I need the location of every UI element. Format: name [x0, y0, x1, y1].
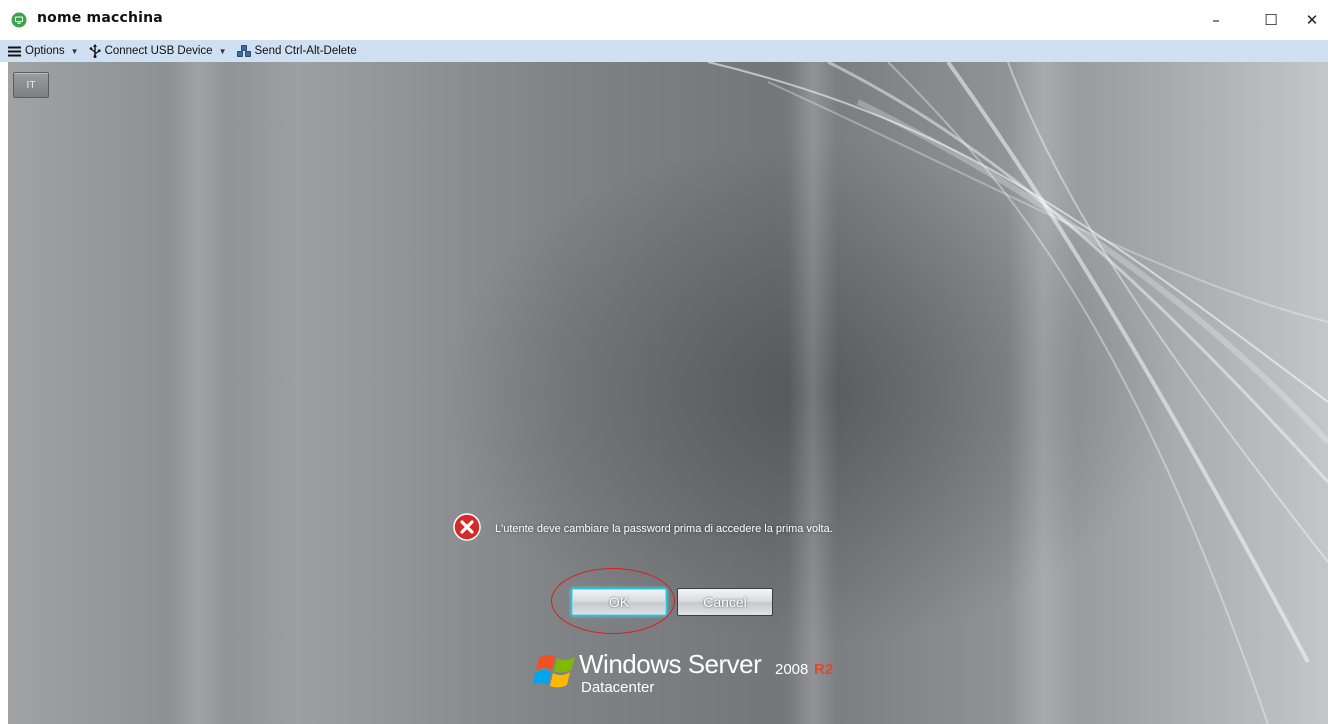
hamburger-menu-icon — [8, 46, 21, 57]
connect-usb-menu[interactable]: Connect USB Device ▼ — [89, 44, 227, 58]
close-button[interactable]: ✕ — [1296, 6, 1328, 34]
vm-console-window: nome macchina – ☐ ✕ Options ▼ Connect US… — [0, 0, 1328, 724]
ctrl-alt-delete-label: Send Ctrl-Alt-Delete — [254, 45, 357, 57]
options-label: Options — [25, 45, 65, 57]
console-toolbar: Options ▼ Connect USB Device ▼ Send Ctrl… — [0, 40, 1328, 62]
error-x-icon — [453, 513, 481, 541]
usb-icon — [89, 44, 101, 58]
options-menu[interactable]: Options ▼ — [8, 45, 79, 57]
brand-version: 2008 — [775, 661, 809, 678]
send-ctrl-alt-delete-button[interactable]: Send Ctrl-Alt-Delete — [236, 44, 357, 58]
title-bar: nome macchina – ☐ ✕ — [0, 0, 1328, 40]
close-icon: ✕ — [1305, 11, 1319, 29]
maximize-icon: ☐ — [1264, 11, 1278, 29]
chevron-down-icon: ▼ — [218, 46, 227, 56]
chevron-down-icon: ▼ — [70, 46, 79, 56]
language-button[interactable]: IT — [13, 72, 49, 98]
maximize-button[interactable]: ☐ — [1255, 6, 1287, 34]
window-title: nome macchina — [37, 10, 163, 26]
minimize-icon: – — [1212, 11, 1220, 29]
ok-button[interactable]: OK — [571, 588, 667, 616]
background-swoosh — [707, 62, 1328, 724]
minimize-button[interactable]: – — [1200, 6, 1232, 34]
windows-logo-icon — [533, 650, 581, 694]
cancel-button[interactable]: Cancel — [677, 588, 773, 616]
brand-name: Windows Server — [579, 649, 762, 679]
remote-desktop-screen[interactable]: IT L'utente deve cambiare la password pr… — [8, 62, 1328, 724]
windows-server-branding: Windows Server 2008 R2 Datacenter — [533, 648, 833, 708]
brand-release: R2 — [814, 661, 834, 678]
connect-usb-label: Connect USB Device — [104, 45, 213, 57]
brand-edition: Datacenter — [581, 679, 655, 696]
keyboard-icon — [236, 44, 251, 58]
monitor-globe-icon — [11, 12, 27, 28]
error-message: L'utente deve cambiare la password prima… — [495, 523, 833, 535]
